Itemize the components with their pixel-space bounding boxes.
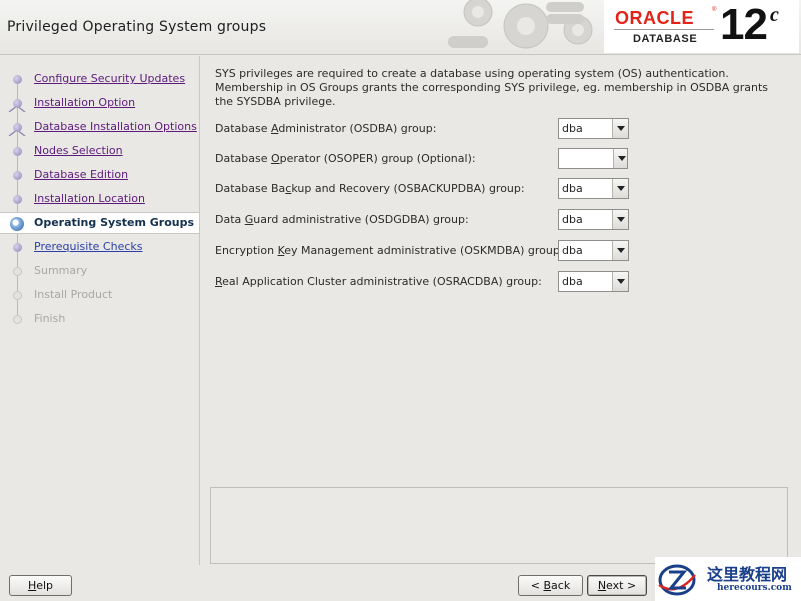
chevron-down-icon[interactable]: [612, 119, 628, 138]
step-finish: Finish: [0, 308, 199, 330]
step-done-icon: [13, 75, 22, 84]
osdba-group-select[interactable]: dba: [558, 118, 629, 139]
step-install-product: Install Product: [0, 284, 199, 306]
header-bar: Privileged Operating System groups ORACL…: [0, 0, 801, 55]
step-label[interactable]: Nodes Selection: [34, 144, 123, 157]
step-prerequisite-checks[interactable]: Prerequisite Checks: [0, 236, 199, 258]
watermark-logo-icon: [658, 564, 696, 596]
chevron-down-icon[interactable]: [612, 179, 628, 198]
oskmdba-group-select[interactable]: dba: [558, 240, 629, 261]
step-label[interactable]: Prerequisite Checks: [34, 240, 142, 253]
group-label: Database Operator (OSOPER) group (Option…: [215, 152, 476, 165]
gears-graphic: [448, 0, 593, 49]
watermark-site-text: herecours.com: [717, 583, 792, 593]
step-done-icon: [13, 123, 22, 132]
step-next-icon: [13, 243, 22, 252]
watermark-chinese-text: 这里教程网: [707, 565, 788, 584]
chevron-down-icon[interactable]: [612, 272, 628, 291]
back-button[interactable]: < Back: [518, 575, 583, 596]
database-wordmark: DATABASE: [633, 33, 698, 45]
step-done-icon: [13, 99, 22, 108]
step-done-icon: [13, 147, 22, 156]
wizard-steps-sidebar: Configure Security Updates Installation …: [0, 56, 200, 565]
group-label: Data Guard administrative (OSDGDBA) grou…: [215, 213, 469, 226]
osracdba-group-select[interactable]: dba: [558, 271, 629, 292]
intro-text: SYS privileges are required to create a …: [215, 67, 769, 108]
step-label[interactable]: Installation Option: [34, 96, 135, 109]
step-database-installation-options[interactable]: Database Installation Options: [0, 116, 199, 138]
next-button[interactable]: Next >: [587, 575, 647, 596]
step-label[interactable]: Database Edition: [34, 168, 128, 181]
group-row-osdba: Database Administrator (OSDBA) group: db…: [215, 118, 645, 140]
message-panel: [210, 487, 788, 564]
oracle-wordmark: ORACLE: [615, 8, 694, 28]
main-panel: SYS privileges are required to create a …: [200, 56, 801, 565]
step-label[interactable]: Operating System Groups: [34, 216, 194, 229]
select-value: dba: [562, 244, 583, 257]
page-title: Privileged Operating System groups: [7, 19, 267, 35]
select-value: dba: [562, 182, 583, 195]
step-installation-location[interactable]: Installation Location: [0, 188, 199, 210]
osdgdba-group-select[interactable]: dba: [558, 209, 629, 230]
step-label: Summary: [34, 264, 88, 277]
step-label: Finish: [34, 312, 66, 325]
osbackupdba-group-select[interactable]: dba: [558, 178, 629, 199]
step-installation-option[interactable]: Installation Option: [0, 92, 199, 114]
group-label: Real Application Cluster administrative …: [215, 275, 542, 288]
osoper-group-select[interactable]: [558, 148, 628, 169]
group-label: Encryption Key Management administrative…: [215, 244, 564, 257]
help-button[interactable]: Help: [9, 575, 72, 596]
group-label: Database Administrator (OSDBA) group:: [215, 122, 437, 135]
oracle-logo: ORACLE ® DATABASE 12 c: [604, 0, 799, 53]
group-row-osracdba: Real Application Cluster administrative …: [215, 271, 645, 293]
watermark: 这里教程网 herecours.com: [655, 557, 801, 601]
select-value: dba: [562, 122, 583, 135]
step-label[interactable]: Configure Security Updates: [34, 72, 185, 85]
step-label: Install Product: [34, 288, 113, 301]
group-row-oskmdba: Encryption Key Management administrative…: [215, 240, 645, 262]
step-pending-icon: [13, 267, 22, 276]
group-label: Database Backup and Recovery (OSBACKUPDB…: [215, 182, 525, 195]
group-row-osoper: Database Operator (OSOPER) group (Option…: [215, 148, 645, 170]
select-value: dba: [562, 213, 583, 226]
logo-divider: [614, 29, 714, 30]
step-pending-icon: [13, 291, 22, 300]
group-row-osbackupdba: Database Backup and Recovery (OSBACKUPDB…: [215, 178, 645, 200]
step-nodes-selection[interactable]: Nodes Selection: [0, 140, 199, 162]
chevron-down-icon[interactable]: [613, 149, 627, 168]
step-label[interactable]: Database Installation Options: [34, 120, 197, 133]
version-number: 12: [720, 0, 768, 49]
select-value: dba: [562, 275, 583, 288]
step-pending-icon: [13, 315, 22, 324]
step-operating-system-groups[interactable]: Operating System Groups: [0, 212, 199, 234]
chevron-down-icon[interactable]: [612, 241, 628, 260]
step-current-icon: [10, 217, 24, 231]
step-label[interactable]: Installation Location: [34, 192, 145, 205]
step-configure-security-updates[interactable]: Configure Security Updates: [0, 68, 199, 90]
chevron-down-icon[interactable]: [612, 210, 628, 229]
group-row-osdgdba: Data Guard administrative (OSDGDBA) grou…: [215, 209, 645, 231]
step-database-edition[interactable]: Database Edition: [0, 164, 199, 186]
step-summary: Summary: [0, 260, 199, 282]
step-done-icon: [13, 171, 22, 180]
step-done-icon: [13, 195, 22, 204]
version-suffix: c: [770, 4, 779, 26]
registered-mark: ®: [712, 7, 717, 13]
